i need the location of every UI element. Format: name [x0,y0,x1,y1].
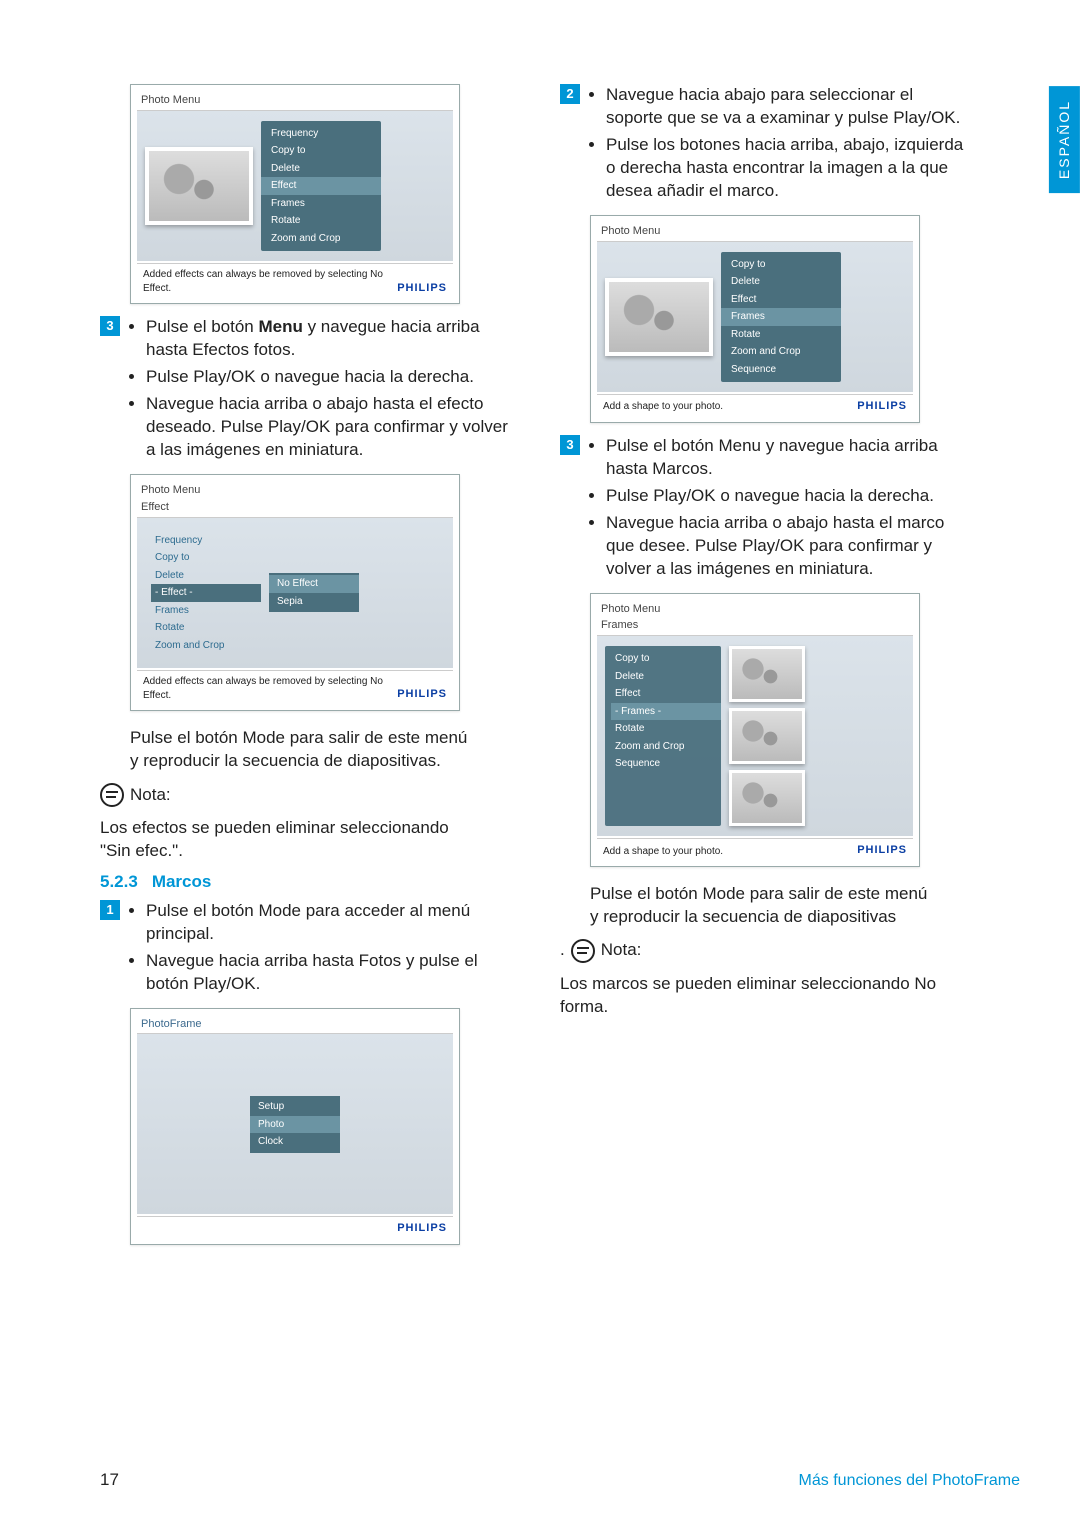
side-menu: Copy to Delete Effect - Frames - Rotate … [605,646,721,826]
ss-title: Photo Menu [597,222,913,241]
ss-title: Photo Menu [137,91,453,110]
philips-logo: PHILIPS [397,687,447,702]
screenshot-frames-submenu: Photo Menu Frames Copy to Delete Effect … [590,593,920,868]
step-3-right: 3 Pulse el botón Menu y navegue hacia ar… [560,435,970,585]
right-column: 2 Navegue hacia abajo para seleccionar e… [560,80,970,1492]
ss-hint: Added effects can always be removed by s… [143,675,397,702]
philips-logo: PHILIPS [857,843,907,858]
paragraph: Pulse el botón Mode para salir de este m… [590,883,940,929]
heading-number: 5.2.3 [100,871,138,894]
section-heading: 5.2.3 Marcos [100,871,510,894]
left-column: Photo Menu Frequency Copy to Delete Effe… [100,80,510,1492]
step-2: 2 Navegue hacia abajo para seleccionar e… [560,84,970,207]
ss-title: PhotoFrame [137,1015,453,1034]
main-menu-popup: Setup Photo Clock [250,1096,340,1153]
step-body: Pulse el botón Mode para acceder al menú… [128,900,510,1000]
note-icon [100,783,124,807]
frame-preview [729,708,805,764]
ss-hint: Added effects can always be removed by s… [143,268,397,295]
note-icon [571,939,595,963]
effect-popup: No Effect Sepia [269,573,359,612]
note-text: Los efectos se pueden eliminar seleccion… [100,817,480,863]
language-tab: ESPAÑOL [1049,86,1080,193]
photo-thumbnail [605,278,713,356]
heading-text: Marcos [152,871,212,894]
note-label: Nota: [601,939,642,962]
note-text: Los marcos se pueden eliminar selecciona… [560,973,940,1019]
step-3: 3 Pulse el botón Menu y navegue hacia ar… [100,316,510,466]
philips-logo: PHILIPS [397,1221,447,1236]
step-body: Pulse el botón Menu y navegue hacia arri… [128,316,510,466]
ss-hint: Add a shape to your photo. [603,400,723,414]
ss-title: Photo Menu [597,600,913,619]
note-row: Nota: [100,783,510,807]
philips-logo: PHILIPS [857,399,907,414]
note-row: . Nota: [560,939,970,963]
frame-preview [729,770,805,826]
screenshot-main-menu: PhotoFrame Setup Photo Clock PHILIPS [130,1008,460,1246]
step-number: 3 [560,435,580,455]
step-body: Pulse el botón Menu y navegue hacia arri… [588,435,970,585]
screenshot-frames-menu: Photo Menu Copy to Delete Effect Frames … [590,215,920,423]
ss-hint: Add a shape to your photo. [603,845,723,859]
step-body: Navegue hacia abajo para seleccionar el … [588,84,970,207]
photo-menu-list: Frequency Copy to Delete Effect Frames R… [261,121,381,252]
page-number: 17 [100,1469,119,1492]
page-footer: 17 Más funciones del PhotoFrame [100,1469,1020,1492]
screenshot-effect-menu: Photo Menu Frequency Copy to Delete Effe… [130,84,460,304]
paragraph: Pulse el botón Mode para salir de este m… [130,727,480,773]
note-label: Nota: [130,784,171,807]
page: Photo Menu Frequency Copy to Delete Effe… [0,0,1080,1532]
philips-logo: PHILIPS [397,281,447,296]
photo-thumbnail [145,147,253,225]
photo-menu-list: Copy to Delete Effect Frames Rotate Zoom… [721,252,841,383]
ss-subtitle: Effect [137,500,453,517]
ss-title: Photo Menu [137,481,453,500]
footer-section-title: Más funciones del PhotoFrame [799,1470,1020,1492]
screenshot-effect-submenu: Photo Menu Effect Frequency Copy to Dele… [130,474,460,711]
frame-preview [729,646,805,702]
step-number: 1 [100,900,120,920]
ss-subtitle: Frames [597,618,913,635]
frame-preview-stack [729,646,805,826]
side-menu: Frequency Copy to Delete - Effect - Fram… [145,528,261,659]
step-number: 2 [560,84,580,104]
step-1: 1 Pulse el botón Mode para acceder al me… [100,900,510,1000]
step-number: 3 [100,316,120,336]
